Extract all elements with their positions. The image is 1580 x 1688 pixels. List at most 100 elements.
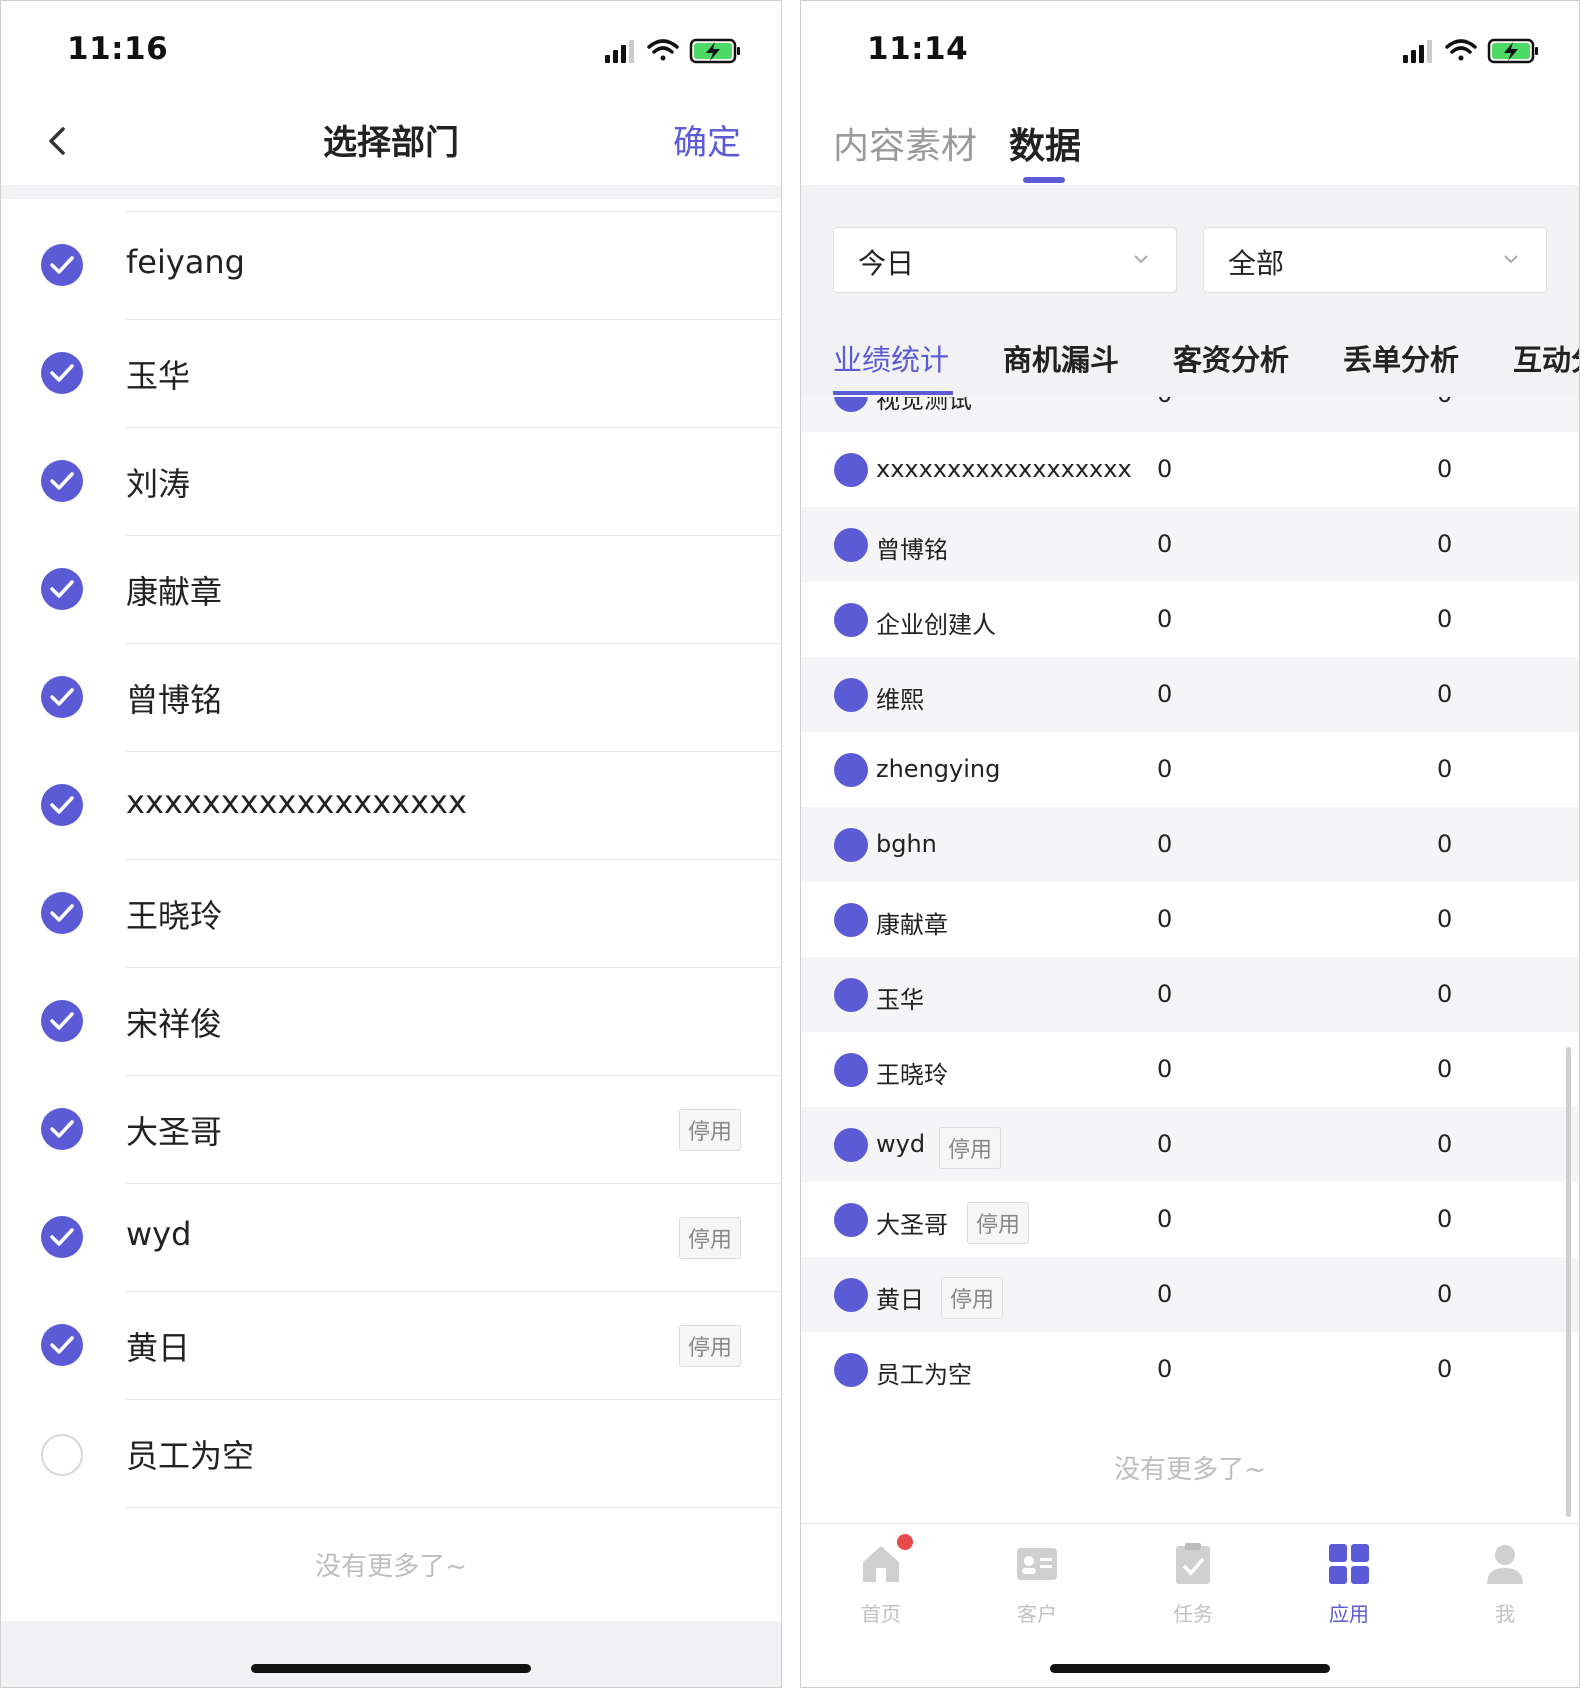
checkmark-icon — [50, 580, 74, 598]
avatar — [834, 1278, 868, 1312]
date-range-select[interactable]: 今日 — [833, 227, 1177, 293]
subtab-lost-order[interactable]: 丢单分析 — [1343, 337, 1459, 379]
avatar — [834, 678, 868, 712]
value-col-1: 0 — [1157, 455, 1173, 483]
table-row[interactable]: 大圣哥 停用 0 0 — [801, 1182, 1579, 1257]
row-divider — [126, 643, 781, 644]
checkbox-checked[interactable] — [41, 1000, 83, 1042]
checkbox-checked[interactable] — [41, 892, 83, 934]
value-col-2: 0 — [1437, 455, 1453, 483]
checkbox-checked[interactable] — [41, 352, 83, 394]
avatar — [834, 1053, 868, 1087]
avatar — [834, 978, 868, 1012]
department-row[interactable]: 玉华 — [1, 319, 781, 427]
checkbox-checked[interactable] — [41, 1216, 83, 1258]
table-row[interactable]: 玉华 0 0 — [801, 957, 1579, 1032]
checkbox-checked[interactable] — [41, 784, 83, 826]
checkbox-checked[interactable] — [41, 1108, 83, 1150]
disabled-badge: 停用 — [967, 1202, 1030, 1244]
department-row[interactable]: 王晓玲 — [1, 859, 781, 967]
value-col-2: 0 — [1437, 1055, 1453, 1083]
value-col-1: 0 — [1157, 1280, 1173, 1308]
tabbar-customers[interactable]: 客户 — [977, 1542, 1097, 1627]
department-row[interactable]: feiyang — [1, 211, 781, 319]
value-col-1: 0 — [1157, 605, 1173, 633]
table-row[interactable]: 曾博铭 0 0 — [801, 507, 1579, 582]
checkbox-checked[interactable] — [41, 676, 83, 718]
checkbox-checked[interactable] — [41, 244, 83, 286]
department-row[interactable]: xxxxxxxxxxxxxxxxxx — [1, 751, 781, 859]
row-divider — [126, 1507, 781, 1508]
table-row[interactable]: 企业创建人 0 0 — [801, 582, 1579, 657]
department-list: feiyang 玉华刘涛康献章曾博铭 xxxxxxxxxxxxxxxxxx 王晓玲宋祥… — [1, 211, 781, 1509]
department-name: 刘涛 — [126, 465, 191, 503]
data-screen: 11:14 内容素材 数据 今日 全部 业绩统计 商机漏斗 客资分析 丢单分析 … — [800, 0, 1580, 1688]
subtab-funnel[interactable]: 商机漏斗 — [1003, 337, 1119, 379]
table-row[interactable]: wyd 停用 0 0 — [801, 1107, 1579, 1182]
apps-grid-icon — [1329, 1544, 1369, 1584]
scrollbar[interactable] — [1566, 1047, 1571, 1517]
value-col-2: 0 — [1437, 905, 1453, 933]
nav-bar: 选择部门 确定 — [1, 101, 781, 185]
checkbox-checked[interactable] — [41, 1324, 83, 1366]
department-row[interactable]: wyd 停用 — [1, 1183, 781, 1291]
value-col-1: 0 — [1157, 980, 1173, 1008]
home-indicator[interactable] — [251, 1664, 531, 1673]
row-divider — [126, 1075, 781, 1076]
department-row[interactable]: 大圣哥 停用 — [1, 1075, 781, 1183]
table-row[interactable]: 维熙 0 0 — [801, 657, 1579, 732]
subtab-lead-analysis[interactable]: 客资分析 — [1173, 337, 1289, 379]
department-name: 康献章 — [126, 573, 223, 611]
top-tabs: 内容素材 数据 — [801, 101, 1579, 185]
cellular-signal-icon — [605, 40, 634, 63]
table-row[interactable]: 康献章 0 0 — [801, 882, 1579, 957]
table-row[interactable]: 员工为空 0 0 — [801, 1332, 1579, 1407]
member-name: 维熙 — [876, 686, 924, 714]
date-range-value: 今日 — [858, 247, 915, 280]
tabbar-label: 客户 — [1017, 1602, 1057, 1626]
value-col-1: 0 — [1157, 830, 1173, 858]
tab-content-materials[interactable]: 内容素材 — [833, 117, 977, 169]
person-icon — [1487, 1545, 1523, 1584]
table-row[interactable]: bghn 0 0 — [801, 807, 1579, 882]
table-row[interactable]: 黄日 停用 0 0 — [801, 1257, 1579, 1332]
avatar — [834, 753, 868, 787]
table-row[interactable]: xxxxxxxxxxxxxxxxxx 0 0 — [801, 432, 1579, 507]
table-row[interactable]: 视觉测试 0 0 — [801, 397, 1579, 432]
checkmark-icon — [50, 256, 74, 274]
department-name: 大圣哥 — [126, 1113, 223, 1151]
subtab-performance[interactable]: 业绩统计 — [833, 337, 949, 379]
scope-select[interactable]: 全部 — [1203, 227, 1547, 293]
table-row[interactable]: zhengying 0 0 — [801, 732, 1579, 807]
tabbar-label: 任务 — [1173, 1602, 1213, 1626]
department-row[interactable]: 员工为空 — [1, 1399, 781, 1507]
department-row[interactable]: 康献章 — [1, 535, 781, 643]
home-icon — [863, 1546, 899, 1582]
wifi-icon — [1445, 39, 1477, 61]
value-col-1: 0 — [1157, 1130, 1173, 1158]
disabled-badge: 停用 — [678, 1325, 741, 1367]
table-row[interactable]: 王晓玲 0 0 — [801, 1032, 1579, 1107]
department-row[interactable]: 宋祥俊 — [1, 967, 781, 1075]
department-row[interactable]: 曾博铭 — [1, 643, 781, 751]
value-col-2: 0 — [1437, 830, 1453, 858]
tabbar-apps[interactable]: 应用 — [1289, 1542, 1409, 1627]
home-indicator[interactable] — [1050, 1664, 1330, 1673]
subtab-interaction[interactable]: 互动分 — [1513, 337, 1579, 379]
checkbox-unchecked[interactable] — [41, 1434, 83, 1476]
checkbox-checked[interactable] — [41, 460, 83, 502]
value-col-2: 0 — [1437, 1130, 1453, 1158]
department-row[interactable]: 黄日 停用 — [1, 1291, 781, 1399]
department-row[interactable]: 刘涛 — [1, 427, 781, 535]
tabbar-tasks[interactable]: 任务 — [1133, 1542, 1253, 1627]
department-name: wyd — [126, 1215, 192, 1253]
checkmark-icon — [50, 1228, 74, 1246]
tabbar-me[interactable]: 我 — [1445, 1542, 1565, 1627]
tab-data[interactable]: 数据 — [1009, 117, 1081, 169]
department-name: 宋祥俊 — [126, 1005, 223, 1043]
active-subtab-indicator — [833, 391, 953, 395]
confirm-button[interactable]: 确定 — [673, 115, 741, 164]
checkbox-checked[interactable] — [41, 568, 83, 610]
row-divider — [126, 211, 781, 212]
tabbar-home[interactable]: 首页 — [821, 1534, 941, 1627]
